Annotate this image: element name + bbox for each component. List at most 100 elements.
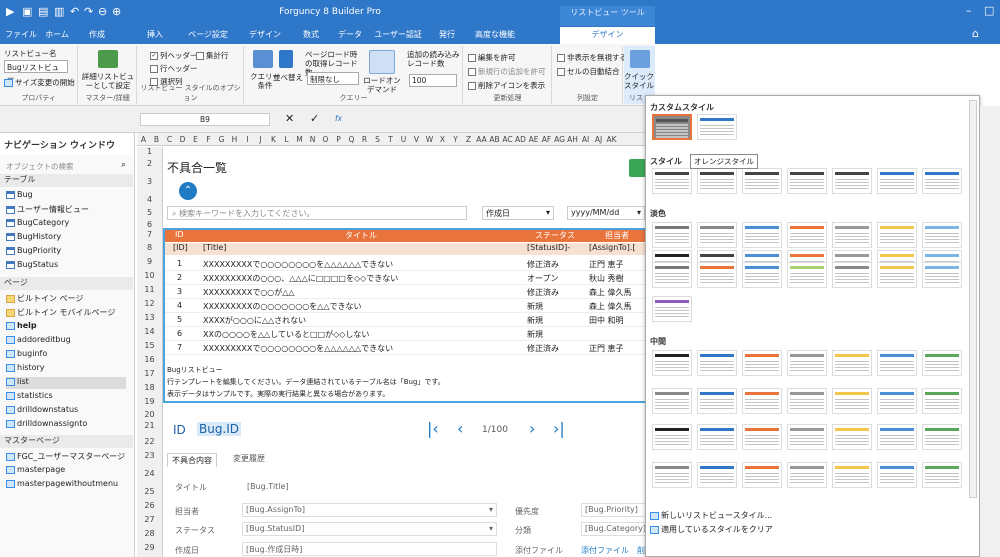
- tab-history[interactable]: 変更履歴: [233, 453, 265, 464]
- attach-link[interactable]: 添付ファイル: [581, 545, 629, 556]
- column-letter[interactable]: L: [280, 135, 293, 144]
- nav-page-item[interactable]: drilldownassignto: [6, 419, 87, 431]
- restore-icon[interactable]: □: [984, 4, 994, 17]
- style-swatch[interactable]: [922, 462, 962, 488]
- nav-page-item[interactable]: statistics: [6, 391, 53, 403]
- column-letter[interactable]: Q: [345, 135, 358, 144]
- row-number[interactable]: 21: [137, 421, 163, 437]
- style-swatch[interactable]: [742, 350, 782, 376]
- nav-folder-item[interactable]: ビルトイン モバイルページ: [6, 307, 115, 319]
- row-number[interactable]: 24: [137, 469, 163, 487]
- style-swatch[interactable]: [652, 350, 692, 376]
- row-number[interactable]: 1: [137, 147, 163, 159]
- tab-file[interactable]: ファイル: [4, 29, 38, 40]
- column-letter[interactable]: B: [150, 135, 163, 144]
- style-swatch[interactable]: [697, 114, 737, 140]
- style-swatch[interactable]: [652, 462, 692, 488]
- row-number[interactable]: 3: [137, 177, 163, 195]
- master-detail-button[interactable]: 詳細リストビューとして設定: [81, 72, 135, 90]
- row-number[interactable]: 18: [137, 383, 163, 397]
- style-swatch[interactable]: [697, 424, 737, 450]
- nav-page-item[interactable]: drilldownstatus: [6, 405, 78, 417]
- tab-create[interactable]: 作成: [82, 29, 112, 40]
- row-number[interactable]: 6: [137, 220, 163, 230]
- style-swatch[interactable]: [742, 388, 782, 414]
- row-number[interactable]: 4: [137, 195, 163, 208]
- column-letter[interactable]: I: [241, 135, 254, 144]
- load-on-demand-button[interactable]: ロードオンデマンド: [363, 76, 401, 94]
- tab-advanced[interactable]: 高度な機能: [470, 29, 520, 40]
- style-swatch[interactable]: [697, 262, 737, 288]
- style-swatch[interactable]: [742, 462, 782, 488]
- designer-sheet[interactable]: A B C D E F G H I J K L M N O P Q R S T U V W X Y Z AA AB AC AD AE AF AG…: [137, 133, 657, 557]
- row-number[interactable]: 27: [137, 515, 163, 529]
- header-status[interactable]: ステータス: [535, 230, 575, 241]
- column-letter[interactable]: P: [332, 135, 345, 144]
- style-swatch[interactable]: [697, 222, 737, 248]
- row-number[interactable]: 2: [137, 159, 163, 177]
- nav-master-section[interactable]: マスターページ: [0, 435, 133, 448]
- title-field[interactable]: [Bug.Title]: [247, 482, 289, 491]
- row-number[interactable]: 26: [137, 501, 163, 515]
- tab-publish[interactable]: 発行: [432, 29, 462, 40]
- nav-master-item[interactable]: FGC_ユーザーマスターページ: [6, 451, 125, 463]
- column-letter[interactable]: C: [163, 135, 176, 144]
- table-row[interactable]: 5 XXXXが○○○に△△されない 新規 田中 和明: [165, 313, 655, 327]
- column-letter[interactable]: G: [215, 135, 228, 144]
- style-swatch[interactable]: [877, 350, 917, 376]
- column-letter[interactable]: E: [189, 135, 202, 144]
- row-number[interactable]: 14: [137, 327, 163, 341]
- column-letter[interactable]: T: [384, 135, 397, 144]
- nav-table-item[interactable]: ユーザー情報ビュー: [6, 204, 89, 216]
- style-swatch[interactable]: [922, 168, 962, 194]
- home-icon[interactable]: ⌂: [972, 27, 979, 40]
- column-letter[interactable]: V: [410, 135, 423, 144]
- column-letter[interactable]: K: [267, 135, 280, 144]
- confirm-icon[interactable]: ✓: [310, 112, 319, 125]
- quick-style-button[interactable]: クイックスタイル: [624, 72, 654, 90]
- style-swatch[interactable]: [877, 262, 917, 288]
- table-row[interactable]: 1 XXXXXXXXXで○○○○○○○○を△△△△△△できない 修正済み 正門 恵子: [165, 257, 655, 271]
- row-number[interactable]: 25: [137, 487, 163, 501]
- style-swatch[interactable]: [652, 424, 692, 450]
- allow-edit-checkbox[interactable]: 編集を許可: [468, 52, 516, 63]
- minimize-icon[interactable]: –: [966, 4, 972, 17]
- nav-page-item[interactable]: history: [6, 363, 45, 375]
- row-number[interactable]: 5: [137, 208, 163, 220]
- style-swatch[interactable]: [697, 168, 737, 194]
- first-page-icon[interactable]: |‹: [427, 419, 439, 438]
- nav-page-item-selected[interactable]: list: [6, 377, 126, 389]
- column-letter[interactable]: AC: [501, 135, 514, 144]
- column-letter[interactable]: U: [397, 135, 410, 144]
- tab-design[interactable]: デザイン: [245, 29, 285, 40]
- column-letter[interactable]: A: [137, 135, 150, 144]
- table-row[interactable]: 3 XXXXXXXXXで○○が△△ 修正済み 森上 偉久馬: [165, 285, 655, 299]
- column-letter[interactable]: H: [228, 135, 241, 144]
- column-letter[interactable]: AH: [566, 135, 579, 144]
- status-select[interactable]: [Bug.StatusID] ▾: [242, 522, 497, 536]
- column-letter[interactable]: AD: [514, 135, 527, 144]
- style-swatch[interactable]: [922, 350, 962, 376]
- column-letter[interactable]: O: [319, 135, 332, 144]
- pager-bind-cell[interactable]: Bug.ID: [197, 422, 242, 436]
- style-swatch[interactable]: [787, 262, 827, 288]
- tab-insert[interactable]: 挿入: [140, 29, 170, 40]
- column-letter[interactable]: J: [254, 135, 267, 144]
- prev-page-icon[interactable]: ‹: [457, 419, 463, 438]
- column-letter[interactable]: AE: [527, 135, 540, 144]
- style-swatch[interactable]: [787, 388, 827, 414]
- column-letter[interactable]: Y: [449, 135, 462, 144]
- row-number[interactable]: 22: [137, 437, 163, 451]
- nav-table-item[interactable]: BugHistory: [6, 232, 61, 244]
- collapse-icon[interactable]: ⌃: [179, 182, 197, 200]
- style-swatch[interactable]: [832, 168, 872, 194]
- nav-table-item[interactable]: BugStatus: [6, 260, 58, 272]
- table-row[interactable]: 7 XXXXXXXXXで○○○○○○○○を△△△△△△できない 修正済み 正門 恵子: [165, 341, 655, 355]
- date-field-select[interactable]: 作成日 ▾: [482, 206, 554, 220]
- row-number[interactable]: 28: [137, 529, 163, 543]
- style-swatch[interactable]: [742, 262, 782, 288]
- style-swatch[interactable]: [787, 350, 827, 376]
- row-number[interactable]: 8: [137, 243, 163, 257]
- nav-table-item[interactable]: Bug: [6, 190, 33, 202]
- col-header-checkbox[interactable]: ✓ 列ヘッダー: [150, 50, 198, 61]
